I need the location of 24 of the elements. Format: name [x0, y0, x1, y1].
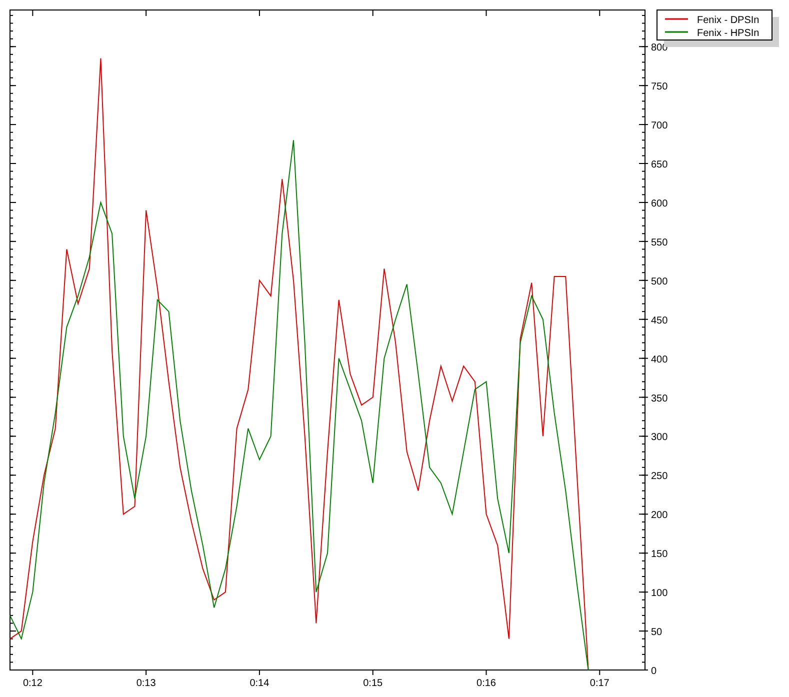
- x-tick-label: 0:13: [136, 678, 156, 689]
- y-tick-label: 100: [651, 588, 668, 600]
- y-tick-label: 500: [651, 276, 668, 288]
- y-tick-label: 600: [651, 198, 668, 210]
- y-tick-label: 700: [651, 120, 668, 132]
- y-tick-label: 550: [651, 237, 668, 248]
- y-tick-label: 300: [651, 432, 668, 444]
- y-tick-label: 350: [651, 393, 668, 404]
- x-tick-label: 0:15: [363, 678, 383, 689]
- x-tick-label: 0:17: [590, 678, 610, 689]
- y-tick-label: 750: [651, 82, 668, 93]
- x-tick-label: 0:16: [476, 678, 496, 689]
- y-tick-label: 0: [651, 666, 657, 677]
- x-tick-label: 0:14: [250, 678, 270, 689]
- y-tick-label: 250: [651, 471, 668, 482]
- x-tick-label: 0:12: [22, 678, 42, 689]
- legend-label: Fenix - HPSIn: [697, 28, 760, 39]
- legend-label: Fenix - DPSIn: [697, 15, 760, 26]
- y-tick-label: 450: [651, 315, 668, 326]
- y-tick-label: 400: [651, 354, 668, 366]
- y-tick-label: 50: [651, 627, 662, 638]
- y-tick-label: 200: [651, 510, 668, 522]
- y-tick-label: 150: [651, 549, 668, 560]
- y-tick-label: 650: [651, 160, 668, 170]
